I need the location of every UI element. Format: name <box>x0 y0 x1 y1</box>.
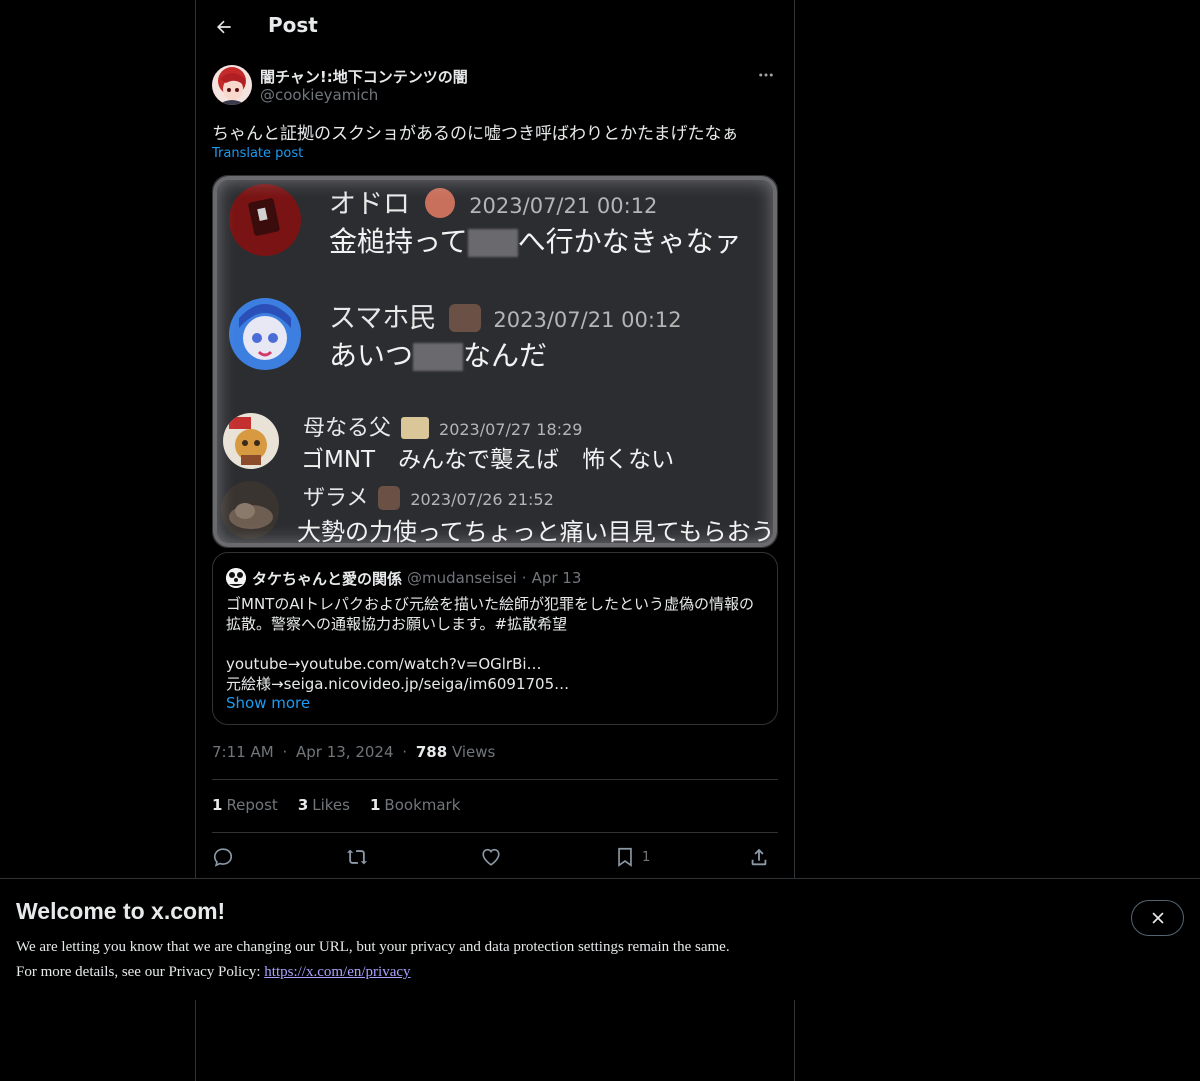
engagement-stats: 1 Repost 3 Likes 1 Bookmark <box>212 796 460 814</box>
quoted-post[interactable]: タケちゃんと愛の関係 @mudanseisei · Apr 13 ゴMNTのAI… <box>212 552 778 725</box>
repost-button[interactable] <box>346 843 368 871</box>
avatar[interactable] <box>212 65 252 105</box>
banner-text: We are letting you know that we are chan… <box>16 939 730 980</box>
quote-avatar <box>226 568 246 588</box>
page-title: Post <box>268 13 318 37</box>
bookmark-count: 1 <box>642 849 651 865</box>
reply-button[interactable] <box>212 843 234 871</box>
author-handle[interactable]: @cookieyamich <box>260 86 378 104</box>
share-icon <box>751 848 767 866</box>
separator-dot: · <box>521 569 527 587</box>
bookmark-icon <box>618 847 632 867</box>
share-button[interactable] <box>748 843 770 871</box>
heart-icon <box>482 848 500 866</box>
reposts-stat[interactable]: 1 Repost <box>212 796 278 814</box>
post-metadata: 7:11 AM · Apr 13, 2024 · 788 Views <box>212 743 496 761</box>
repost-icon <box>346 849 368 865</box>
quote-date: Apr 13 <box>531 569 582 587</box>
post-date[interactable]: Apr 13, 2024 <box>296 743 394 761</box>
quote-header: タケちゃんと愛の関係 @mudanseisei · Apr 13 <box>226 568 586 588</box>
bookmark-button[interactable]: 1 <box>614 843 650 871</box>
show-more-link[interactable]: Show more <box>226 694 310 712</box>
close-banner-button[interactable] <box>1131 900 1184 936</box>
post-author: 闇チャン!:地下コンテンツの闇 @cookieyamich <box>212 65 778 107</box>
banner-title: Welcome to x.com! <box>16 898 226 924</box>
bookmarks-stat[interactable]: 1 Bookmark <box>370 796 460 814</box>
more-horizontal-icon <box>759 73 773 77</box>
author-name[interactable]: 闇チャン!:地下コンテンツの闇 <box>260 66 468 87</box>
arrow-left-icon <box>217 20 231 34</box>
top-bar: Post <box>196 0 794 54</box>
more-button[interactable] <box>754 65 778 85</box>
divider <box>212 832 778 833</box>
welcome-banner: Welcome to x.com! We are letting you kno… <box>0 878 1200 1000</box>
like-button[interactable] <box>480 843 502 871</box>
privacy-policy-link[interactable]: https://x.com/en/privacy <box>264 964 410 980</box>
quote-author-handle: @mudanseisei <box>407 569 517 587</box>
views-label: Views <box>451 743 496 761</box>
post-text: ちゃんと証拠のスクショがあるのに嘘つき呼ばわりとかたまげたなぁ <box>212 124 739 144</box>
post-time[interactable]: 7:11 AM <box>212 743 274 761</box>
close-icon <box>1152 912 1163 924</box>
post-image[interactable]: オドロ 2023/07/21 00:12 金槌持って へ行かなきゃなァ スマホ民 … <box>212 175 778 548</box>
action-bar: 1 <box>212 843 778 871</box>
reply-icon <box>213 848 233 867</box>
quote-author-name: タケちゃんと愛の関係 <box>252 569 403 588</box>
likes-stat[interactable]: 3 Likes <box>298 796 350 814</box>
back-button[interactable] <box>210 13 238 41</box>
translate-post-link[interactable]: Translate post <box>212 146 303 161</box>
divider <box>212 779 778 780</box>
image-frame <box>213 176 777 547</box>
views-count: 788 <box>415 743 448 761</box>
quote-text: ゴMNTのAIトレパクおよび元絵を描いた絵師が犯罪をしたという虚偽の情報の 拡散… <box>226 595 755 693</box>
